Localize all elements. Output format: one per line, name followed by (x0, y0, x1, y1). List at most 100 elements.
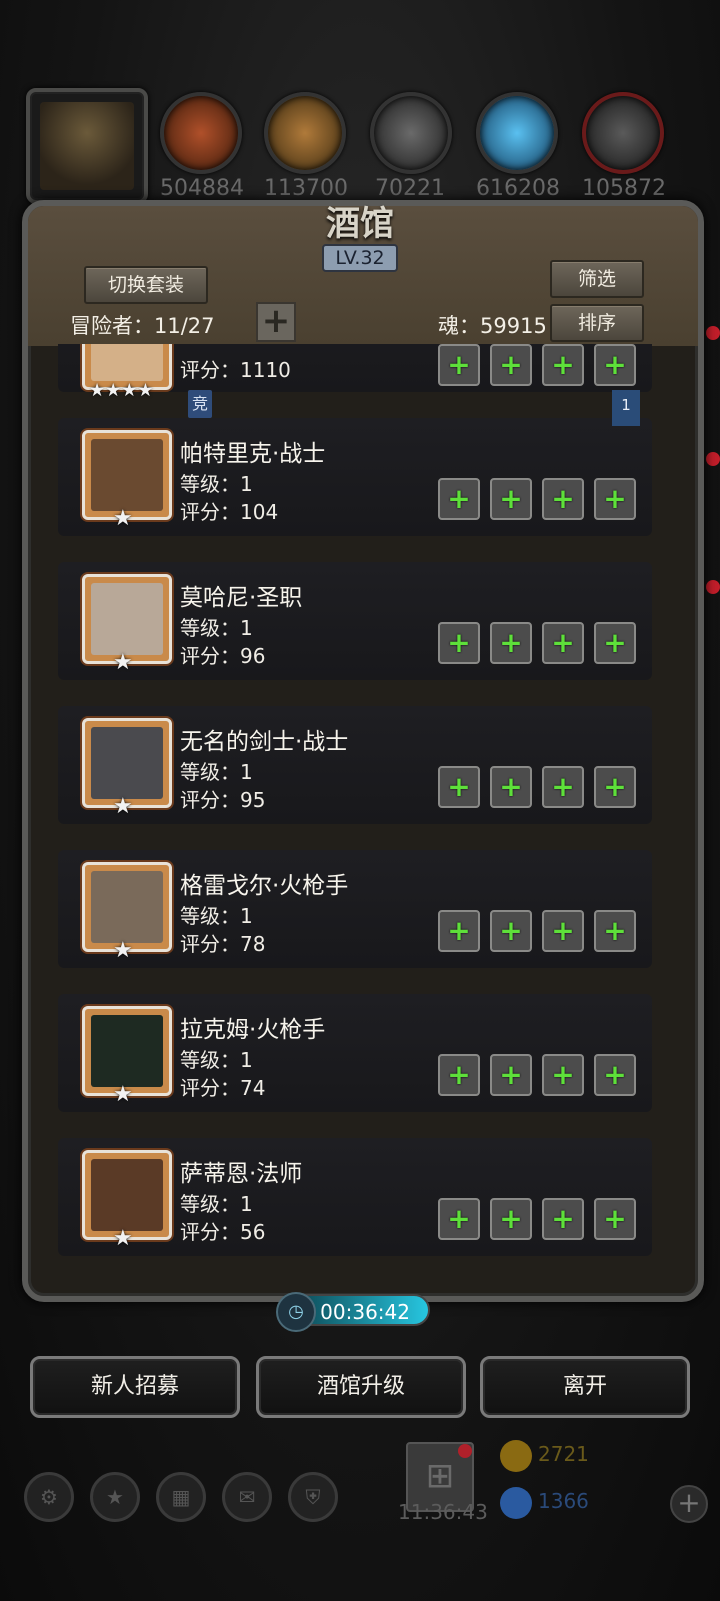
hero-portrait: ★★★★ (82, 344, 172, 401)
accessory-slot[interactable]: + (542, 910, 584, 952)
accessory-slot[interactable]: + (542, 1054, 584, 1096)
weapon-slot[interactable]: + (438, 622, 480, 664)
hero-portrait: ★ (82, 718, 172, 819)
star-icon: ★ (113, 1226, 133, 1251)
hero-level: 等级：1 (180, 1048, 253, 1072)
accessory-slot[interactable]: + (594, 766, 636, 808)
shield-icon[interactable]: ⛨ (288, 1472, 338, 1522)
accessory-slot[interactable]: + (542, 1198, 584, 1240)
game-clock: 11:36:43 (398, 1500, 488, 1524)
hero-card[interactable]: ★ 莫哈尼·圣职 等级：1 评分：96 + + + + (58, 562, 652, 680)
resource-ingot[interactable]: 105872 (582, 92, 666, 201)
gold-currency: 2721 (500, 1437, 589, 1472)
accessory-slot[interactable]: + (594, 622, 636, 664)
gem-icon (500, 1486, 532, 1519)
leave-button[interactable]: 离开 (480, 1356, 690, 1418)
resource-iron[interactable]: 70221 (370, 92, 452, 201)
hero-score: 评分：104 (180, 500, 279, 524)
gate-icon[interactable]: ▦ (156, 1472, 206, 1522)
hero-card[interactable]: ★ 萨蒂恩·法师 等级：1 评分：56 + + + + (58, 1138, 652, 1256)
hero-score: 评分：78 (180, 932, 266, 956)
star-icon: ★ (113, 938, 133, 963)
armor-slot[interactable]: + (490, 622, 532, 664)
recruit-button[interactable]: 新人招募 (30, 1356, 240, 1418)
hero-card[interactable]: ★ 拉克姆·火枪手 等级：1 评分：74 + + + + (58, 994, 652, 1112)
star-icon: ★ (113, 506, 133, 531)
armor-slot[interactable]: + (490, 910, 532, 952)
bookmark-badge: 1 (612, 390, 640, 426)
wood-icon (264, 92, 346, 174)
hero-name: 格雷戈尔·火枪手 (180, 873, 349, 899)
hero-face (91, 1159, 163, 1231)
accessory-slot[interactable]: + (542, 478, 584, 520)
tavern-level-badge: LV.32 (322, 244, 398, 272)
star-icon: ★ (113, 650, 133, 675)
weapon-slot[interactable]: + (438, 344, 480, 386)
hero-stars: ★★★★ (89, 380, 154, 401)
ingot-icon (582, 92, 664, 174)
hero-name: 无名的剑士·战士 (180, 729, 349, 755)
sort-button[interactable]: 排序 (550, 304, 644, 342)
crystal-icon (476, 92, 558, 174)
hero-level: 等级：1 (180, 904, 253, 928)
armor-slot[interactable]: + (490, 1054, 532, 1096)
hero-name: 萨蒂恩·法师 (180, 1161, 303, 1187)
gem-amount: 1366 (538, 1489, 589, 1513)
hero-card-partial[interactable]: ★★★★ 评分：1110 + + + + (58, 344, 652, 401)
star-icon: ★ (113, 794, 133, 819)
resource-crystal[interactable]: 616208 (476, 92, 560, 201)
clock-icon: ◷ (276, 1292, 316, 1332)
switch-outfit-button[interactable]: 切换套装 (84, 266, 208, 304)
weapon-slot[interactable]: + (438, 1054, 480, 1096)
filter-button[interactable]: 筛选 (550, 260, 644, 298)
accessory-slot[interactable]: + (542, 344, 584, 386)
armor-slot[interactable]: + (490, 478, 532, 520)
leather-icon (160, 92, 242, 174)
hero-face (91, 1015, 163, 1087)
accessory-slot[interactable]: + (542, 766, 584, 808)
weapon-slot[interactable]: + (438, 478, 480, 520)
hero-face (91, 439, 163, 511)
player-portrait[interactable] (26, 88, 148, 204)
armor-slot[interactable]: + (490, 766, 532, 808)
achievement-icon[interactable]: ★ (90, 1472, 140, 1522)
weapon-slot[interactable]: + (438, 766, 480, 808)
notification-dot (458, 1444, 472, 1458)
hero-list[interactable]: ★★★★ 评分：1110 + + + + ★ 帕特里克·战士 等级：1 评分：1… (54, 344, 656, 1272)
gem-currency: 1366 (500, 1484, 589, 1519)
accessory-slot[interactable]: + (594, 1054, 636, 1096)
hero-name: 拉克姆·火枪手 (180, 1017, 326, 1043)
accessory-slot[interactable]: + (542, 622, 584, 664)
hero-level: 等级：1 (180, 1192, 253, 1216)
armor-slot[interactable]: + (490, 344, 532, 386)
weapon-slot[interactable]: + (438, 910, 480, 952)
settings-icon[interactable]: ⚙ (24, 1472, 74, 1522)
hero-card[interactable]: ★ 无名的剑士·战士 等级：1 评分：95 + + + + (58, 706, 652, 824)
hero-score: 评分：95 (180, 788, 266, 812)
hero-score: 评分：74 (180, 1076, 266, 1100)
hero-level: 等级：1 (180, 616, 253, 640)
hero-portrait: ★ (82, 430, 172, 531)
mail-icon[interactable]: ✉ (222, 1472, 272, 1522)
hero-portrait: ★ (82, 862, 172, 963)
panel-title: 酒馆 (326, 204, 394, 244)
hero-face (91, 727, 163, 799)
gold-coin-icon (500, 1439, 532, 1472)
accessory-slot[interactable]: + (594, 478, 636, 520)
add-currency-button[interactable]: + (670, 1485, 708, 1523)
hero-card[interactable]: ★ 帕特里克·战士 等级：1 评分：104 + + + + (58, 418, 652, 536)
add-capacity-button[interactable]: + (256, 302, 296, 342)
tavern-upgrade-button[interactable]: 酒馆升级 (256, 1356, 466, 1418)
resource-wood[interactable]: 113700 (264, 92, 348, 201)
gold-amount: 2721 (538, 1442, 589, 1466)
accessory-slot[interactable]: + (594, 910, 636, 952)
star-icon: ★ (113, 1082, 133, 1107)
hero-card[interactable]: ★ 格雷戈尔·火枪手 等级：1 评分：78 + + + + (58, 850, 652, 968)
hero-level: 等级：1 (180, 472, 253, 496)
weapon-slot[interactable]: + (438, 1198, 480, 1240)
armor-slot[interactable]: + (490, 1198, 532, 1240)
resource-leather[interactable]: 504884 (160, 92, 244, 201)
refresh-timer: ◷ 00:36:42 (276, 1292, 430, 1332)
accessory-slot[interactable]: + (594, 344, 636, 386)
accessory-slot[interactable]: + (594, 1198, 636, 1240)
